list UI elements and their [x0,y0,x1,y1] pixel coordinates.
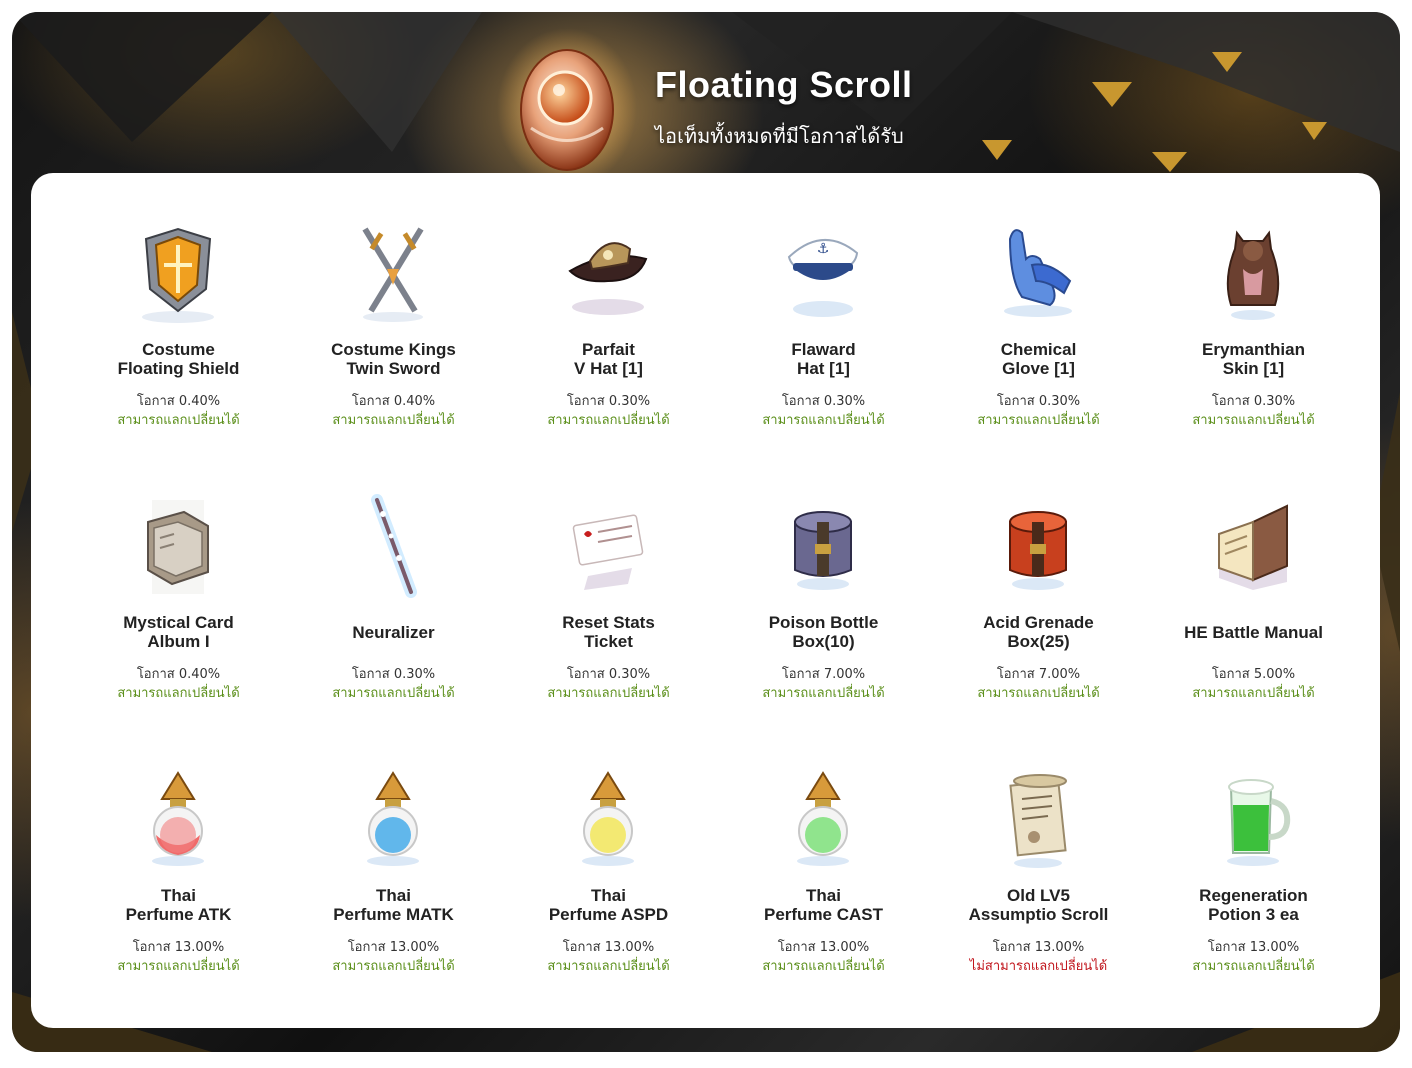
items-grid: Costume Floating Shield โอกาส 0.40% สามา… [71,213,1361,1032]
item-name: Thai Perfume ASPD [548,886,669,924]
item-chance: โอกาส 13.00% [132,940,225,955]
scroll-icon [1009,774,1067,868]
item-card: Acid Grenade Box(25) โอกาส 7.00% สามารถแ… [931,486,1146,759]
item-name: Erymanthian Skin [1] [1202,340,1305,378]
svg-text:⚓: ⚓ [817,241,830,257]
item-exchange-status: สามารถแลกเปลี่ยนได้ [117,413,240,428]
item-card: Thai Perfume ASPD โอกาส 13.00% สามารถแลก… [501,759,716,1032]
sailor-hat-icon: ⚓ [787,239,859,317]
banner-background: Floating Scroll ไอเท็มทั้งหมดที่มีโอกาสไ… [12,12,1400,1052]
cloak-icon [1226,230,1280,320]
ticket-icon [572,514,644,590]
item-exchange-status: สามารถแลกเปลี่ยนได้ [332,686,455,701]
glove-icon [1004,229,1072,317]
perfume-yellow-icon [582,771,634,866]
item-card: Parfait V Hat [1] โอกาส 0.30% สามารถแลกเ… [501,213,716,486]
item-exchange-status: สามารถแลกเปลี่ยนได้ [1192,686,1315,701]
item-exchange-status: สามารถแลกเปลี่ยนได้ [977,686,1100,701]
item-card: Erymanthian Skin [1] โอกาส 0.30% สามารถแ… [1146,213,1361,486]
item-chance: โอกาส 0.30% [781,394,866,409]
item-name: Costume Kings Twin Sword [331,340,456,378]
item-name: Reset Stats Ticket [562,613,655,651]
item-chance: โอกาส 0.40% [351,394,436,409]
item-card: Costume Floating Shield โอกาส 0.40% สามา… [71,213,286,486]
item-chance: โอกาส 7.00% [996,667,1081,682]
item-chance: โอกาส 0.30% [996,394,1081,409]
item-name: Parfait V Hat [1] [574,340,643,378]
item-exchange-status: สามารถแลกเปลี่ยนได้ [762,413,885,428]
item-chance: โอกาส 13.00% [562,940,655,955]
item-exchange-status: สามารถแลกเปลี่ยนได้ [332,413,455,428]
item-exchange-status: สามารถแลกเปลี่ยนได้ [1192,413,1315,428]
item-chance: โอกาส 0.40% [136,667,221,682]
item-exchange-status: สามารถแลกเปลี่ยนได้ [977,413,1100,428]
item-card: Reset Stats Ticket โอกาส 0.30% สามารถแลก… [501,486,716,759]
item-chance: โอกาส 0.30% [566,394,651,409]
purple-box-icon [794,511,852,590]
item-exchange-status: สามารถแลกเปลี่ยนได้ [117,686,240,701]
red-box-icon [1009,511,1067,590]
item-chance: โอกาส 0.30% [351,667,436,682]
item-chance: โอกาส 13.00% [1207,940,1300,955]
item-exchange-status: สามารถแลกเปลี่ยนได้ [762,959,885,974]
item-exchange-status: สามารถแลกเปลี่ยนได้ [117,959,240,974]
item-card: ⚓ Flaward Hat [1] โอกาส 0.30% สามารถแลกเ… [716,213,931,486]
item-card: Poison Bottle Box(10) โอกาส 7.00% สามารถ… [716,486,931,759]
item-chance: โอกาส 13.00% [347,940,440,955]
item-name: Thai Perfume MATK [333,886,454,924]
item-name: Chemical Glove [1] [1000,340,1077,378]
item-card: Old LV5 Assumptio Scroll โอกาส 13.00% ไม… [931,759,1146,1032]
wand-icon [371,494,417,598]
item-chance: โอกาส 5.00% [1211,667,1296,682]
page-title: Floating Scroll [655,64,913,105]
item-exchange-status: ไม่สามารถแลกเปลี่ยนได้ [969,959,1108,974]
item-card: Costume Kings Twin Sword โอกาส 0.40% สาม… [286,213,501,486]
floating-scroll-egg-icon [497,28,637,188]
item-name: Thai Perfume ATK [125,886,232,924]
twin-sword-icon [362,227,424,322]
item-chance: โอกาส 0.30% [1211,394,1296,409]
mug-icon [1227,779,1291,866]
item-exchange-status: สามารถแลกเปลี่ยนได้ [547,686,670,701]
item-card: Thai Perfume CAST โอกาส 13.00% สามารถแลก… [716,759,931,1032]
item-chance: โอกาส 7.00% [781,667,866,682]
perfume-green-icon [797,771,849,866]
item-exchange-status: สามารถแลกเปลี่ยนได้ [547,413,670,428]
item-name: Old LV5 Assumptio Scroll [968,886,1109,924]
manual-icon [1218,504,1288,590]
item-exchange-status: สามารถแลกเปลี่ยนได้ [762,686,885,701]
item-name: Poison Bottle Box(10) [768,613,879,651]
item-name: Regeneration Potion 3 ea [1199,886,1308,924]
book-icon [147,500,209,594]
page-subtitle: ไอเท็มทั้งหมดที่มีโอกาสได้รับ [655,124,904,148]
item-card: Mystical Card Album I โอกาส 0.40% สามารถ… [71,486,286,759]
item-card: Regeneration Potion 3 ea โอกาส 13.00% สา… [1146,759,1361,1032]
perfume-red-icon [152,771,204,866]
item-name: Acid Grenade Box(25) [983,613,1094,651]
item-exchange-status: สามารถแลกเปลี่ยนได้ [1192,959,1315,974]
shield-icon [142,227,214,323]
item-name: Flaward Hat [1] [791,340,856,378]
item-name: HE Battle Manual [1184,622,1323,642]
item-card: Chemical Glove [1] โอกาส 0.30% สามารถแลก… [931,213,1146,486]
item-name: Thai Perfume CAST [763,886,884,924]
item-card: Thai Perfume MATK โอกาส 13.00% สามารถแลก… [286,759,501,1032]
item-chance: โอกาส 0.30% [566,667,651,682]
item-name: Neuralizer [352,622,435,642]
item-exchange-status: สามารถแลกเปลี่ยนได้ [547,959,670,974]
items-panel: Costume Floating Shield โอกาส 0.40% สามา… [31,173,1380,1028]
item-card: Neuralizer โอกาส 0.30% สามารถแลกเปลี่ยนไ… [286,486,501,759]
perfume-blue-icon [367,771,419,866]
item-name: Costume Floating Shield [117,340,240,378]
item-chance: โอกาส 13.00% [992,940,1085,955]
item-chance: โอกาส 0.40% [136,394,221,409]
item-name: Mystical Card Album I [123,613,234,651]
item-exchange-status: สามารถแลกเปลี่ยนได้ [332,959,455,974]
item-card: HE Battle Manual โอกาส 5.00% สามารถแลกเป… [1146,486,1361,759]
hat-icon [568,242,648,315]
item-chance: โอกาส 13.00% [777,940,870,955]
item-card: Thai Perfume ATK โอกาส 13.00% สามารถแลกเ… [71,759,286,1032]
